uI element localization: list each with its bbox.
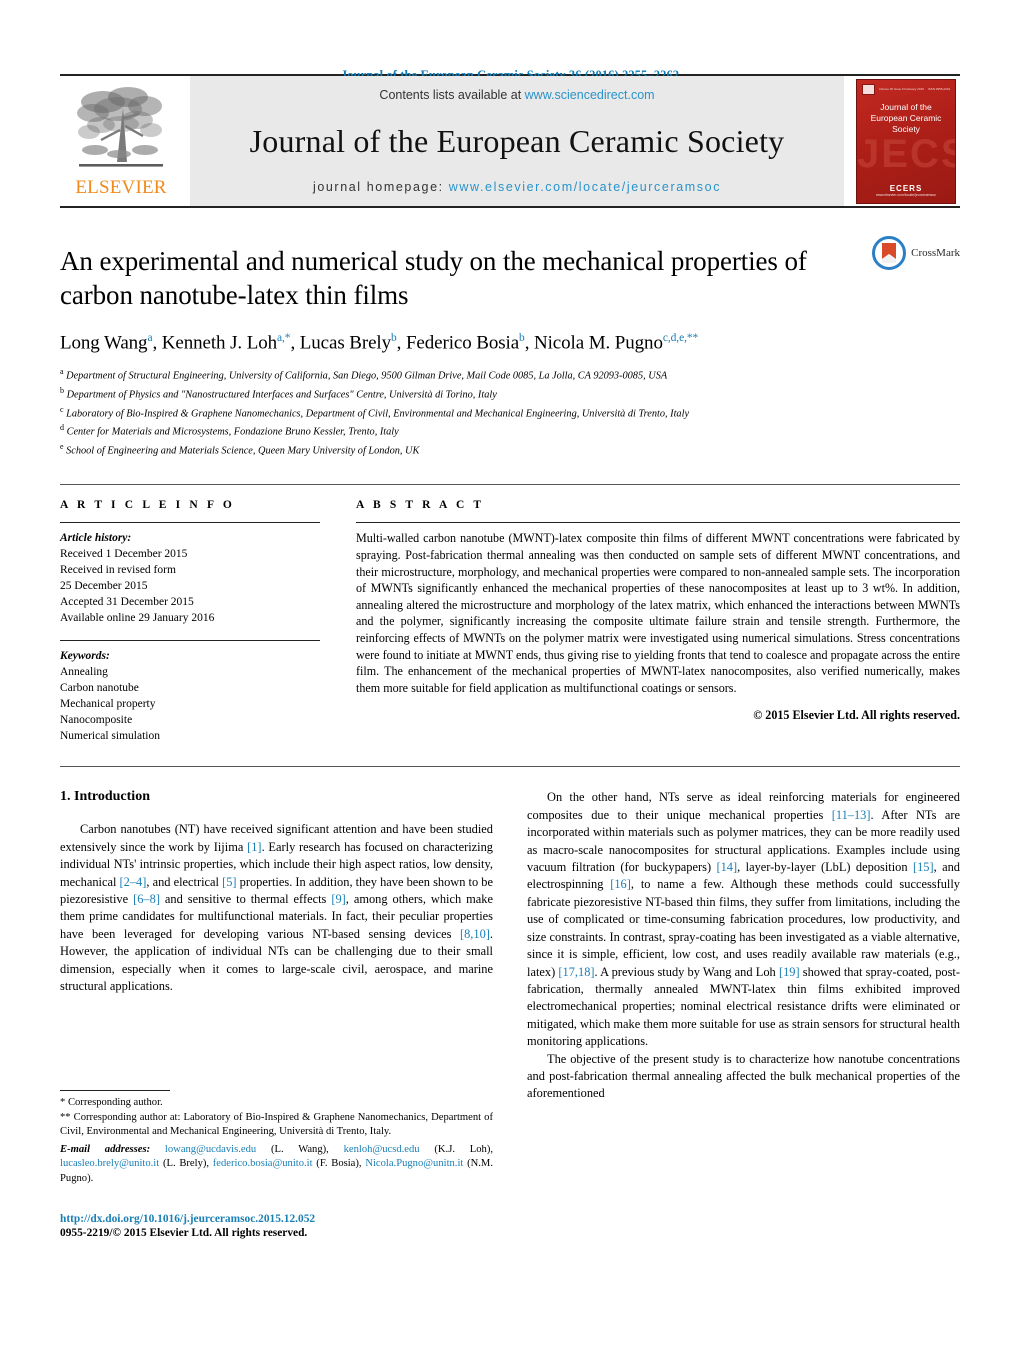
history-line-4: Available online 29 January 2016 (60, 612, 215, 625)
affiliation-e: e School of Engineering and Materials Sc… (60, 440, 960, 459)
intro-paragraph-right-0: On the other hand, NTs serve as ideal re… (527, 790, 960, 1049)
keyword-3: Nanocomposite (60, 714, 133, 727)
keyword-2: Mechanical property (60, 698, 156, 711)
journal-homepage-link[interactable]: www.elsevier.com/locate/jeurceramsoc (449, 180, 721, 194)
affiliation-text-b: Department of Physics and "Nanostructure… (66, 389, 497, 401)
cover-footer: ECERS www.elsevier.com/locate/jeurcerams… (857, 184, 955, 197)
cover-footer-url: www.elsevier.com/locate/jeurceramsoc (875, 192, 937, 197)
masthead-center-band: Contents lists available at www.scienced… (190, 76, 844, 206)
affiliation-a: a Department of Structural Engineering, … (60, 365, 960, 384)
article-info-heading: A R T I C L E I N F O (60, 499, 235, 512)
doi-link[interactable]: http://dx.doi.org/10.1016/j.jeurceramsoc… (60, 1213, 315, 1225)
abstract-bottom-rule (60, 766, 960, 768)
crossmark-badge[interactable]: CrossMark (872, 236, 960, 270)
info-abstract-row: A R T I C L E I N F O Article history: R… (60, 484, 960, 744)
footnote-rule (60, 1090, 170, 1091)
affiliation-text-c: Laboratory of Bio-Inspired & Graphene Na… (66, 408, 690, 419)
journal-cover-thumbnail[interactable]: Volume 36 Issue 9 February 2016 ISSN 095… (852, 76, 960, 206)
article-header: An experimental and numerical study on t… (60, 208, 960, 458)
email-addresses-label: E-mail addresses: (60, 1143, 151, 1155)
affiliation-marker-c: c (60, 404, 64, 414)
crossmark-icon (872, 236, 907, 270)
history-line-2: 25 December 2015 (60, 580, 148, 593)
footnote-emails: E-mail addresses: lowang@ucdavis.edu (L.… (60, 1143, 493, 1187)
footnote-corresponding-author-address: ** Corresponding author at: Laboratory o… (60, 1111, 493, 1138)
abstract-heading: A B S T R A C T (356, 499, 485, 512)
abstract-rule (356, 522, 960, 524)
cover-top-row: Volume 36 Issue 9 February 2016 ISSN 095… (861, 83, 951, 95)
keywords-block: Keywords: Annealing Carbon nanotube Mech… (60, 640, 320, 744)
cover-volume-text: Volume 36 Issue 9 February 2016 (878, 87, 924, 91)
crossmark-label: CrossMark (911, 247, 960, 259)
footnote-corresponding-author: * Corresponding author. (60, 1097, 163, 1108)
elsevier-logo: ELSEVIER (60, 76, 182, 206)
abstract-column: A B S T R A C T Multi-walled carbon nano… (338, 499, 960, 744)
affiliation-list: a Department of Structural Engineering, … (60, 365, 960, 458)
journal-homepage-line: journal homepage: www.elsevier.com/locat… (313, 180, 721, 194)
affiliation-marker-b: b (60, 385, 64, 395)
intro-paragraph-right-1: The objective of the present study is to… (527, 1051, 960, 1101)
affiliation-b: b Department of Physics and "Nanostructu… (60, 384, 960, 403)
affiliation-marker-e: e (60, 441, 64, 451)
history-line-3: Accepted 31 December 2015 (60, 596, 194, 609)
keywords-rule (60, 640, 320, 642)
article-info-column: A R T I C L E I N F O Article history: R… (60, 499, 338, 744)
footnote-block: * Corresponding author. ** Corresponding… (60, 1090, 493, 1187)
affiliation-c: c Laboratory of Bio-Inspired & Graphene … (60, 403, 960, 422)
cover-title-text: Journal of the European Ceramic Society (870, 101, 942, 134)
journal-masthead: ELSEVIER Contents lists available at www… (60, 74, 960, 206)
article-history-label: Article history: (60, 532, 132, 545)
intro-paragraph-left-0: Carbon nanotubes (NT) have received sign… (60, 822, 493, 994)
journal-title: Journal of the European Ceramic Society (249, 122, 785, 159)
article-page: Journal of the European Ceramic Society … (0, 0, 1020, 1351)
keywords-label: Keywords: (60, 650, 110, 663)
homepage-prefix: journal homepage: (312, 180, 444, 194)
affiliation-text-d: Center for Materials and Microsystems, F… (66, 426, 399, 438)
author-list: Long Wanga, Kenneth J. Loha,*, Lucas Bre… (60, 332, 699, 354)
cover-ecers-text: ECERS (889, 183, 923, 193)
sciencedirect-link[interactable]: www.sciencedirect.com (525, 88, 655, 102)
journal-cover-image: Volume 36 Issue 9 February 2016 ISSN 095… (856, 78, 956, 204)
footer-copyright: 0955-2219/© 2015 Elsevier Ltd. All right… (60, 1227, 308, 1239)
affiliation-d: d Center for Materials and Microsystems,… (60, 421, 960, 440)
elsevier-tree-icon (77, 87, 163, 167)
body-right-column: On the other hand, NTs serve as ideal re… (527, 789, 960, 1199)
keyword-1: Carbon nanotube (60, 682, 139, 695)
cover-watermark-text: JECS (857, 131, 955, 176)
affiliation-marker-a: a (60, 367, 64, 377)
abstract-text: Multi-walled carbon nanotube (MWNT)-late… (356, 531, 960, 695)
abstract-copyright: © 2015 Elsevier Ltd. All rights reserved… (753, 708, 960, 723)
history-line-1: Received in revised form (60, 564, 176, 577)
article-title: An experimental and numerical study on t… (60, 246, 807, 310)
elsevier-wordmark: ELSEVIER (75, 177, 167, 198)
affiliation-text-a: Department of Structural Engineering, Un… (66, 370, 668, 382)
contents-available-line: Contents lists available at www.scienced… (379, 88, 654, 102)
introduction-heading: 1. Introduction (60, 789, 150, 805)
running-head: Journal of the European Ceramic Society … (340, 68, 680, 82)
cover-mini-logo-icon (861, 83, 875, 95)
article-info-rule (60, 522, 320, 524)
affiliation-marker-d: d (60, 423, 64, 433)
keyword-4: Numerical simulation (60, 730, 160, 743)
cover-issn-text: ISSN 0955-2219 (927, 87, 951, 91)
footer-doi-block: http://dx.doi.org/10.1016/j.jeurceramsoc… (60, 1213, 315, 1239)
affiliation-text-e: School of Engineering and Materials Scie… (66, 445, 420, 457)
contents-prefix: Contents lists available at (379, 88, 522, 102)
keyword-0: Annealing (60, 666, 108, 679)
history-line-0: Received 1 December 2015 (60, 548, 188, 561)
